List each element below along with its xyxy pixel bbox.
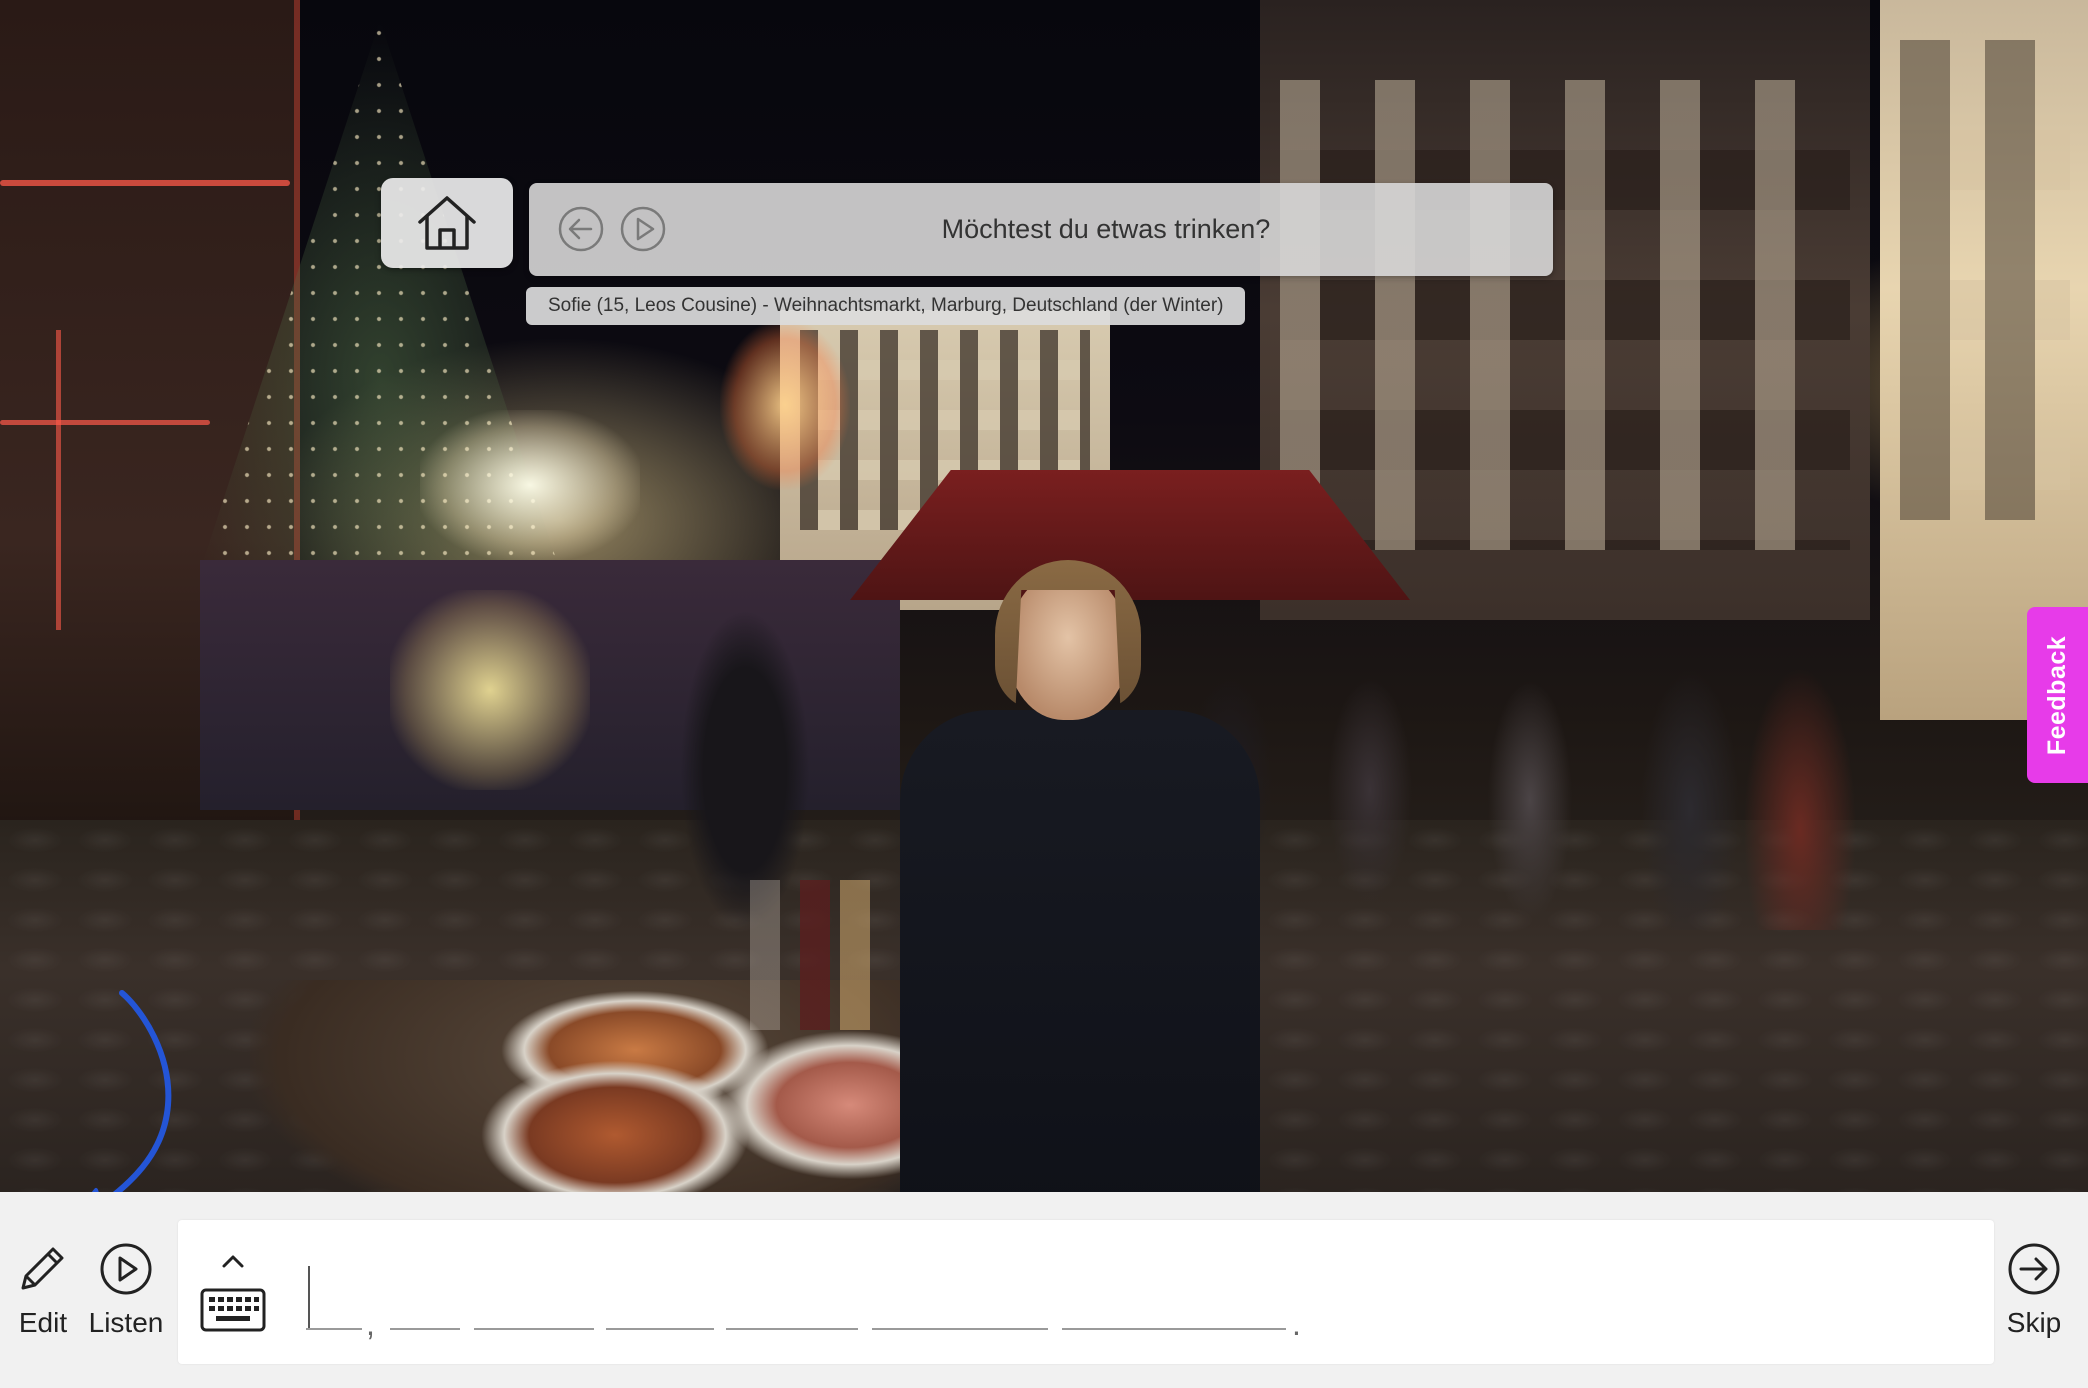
listen-label: Listen — [88, 1307, 164, 1338]
neon-light — [56, 330, 61, 630]
stall-light — [390, 590, 590, 790]
food-plate — [480, 1060, 750, 1192]
home-icon — [418, 196, 476, 250]
play-circle-icon — [100, 1243, 152, 1295]
building-windows — [1280, 80, 1850, 550]
scene-360-view[interactable] — [0, 0, 2088, 1192]
skip-label: Skip — [2006, 1307, 2062, 1338]
word-blank[interactable] — [390, 1328, 460, 1330]
home-button[interactable] — [381, 178, 513, 268]
punctuation-period: . — [1292, 1306, 1301, 1342]
word-blank[interactable] — [726, 1328, 858, 1330]
character-head — [1008, 570, 1128, 720]
neon-light — [0, 420, 210, 425]
feedback-label: Feedback — [2043, 635, 2071, 755]
keyboard-icon[interactable] — [198, 1248, 268, 1338]
listen-button[interactable]: Listen — [84, 1242, 168, 1339]
word-blank[interactable] — [872, 1328, 1048, 1330]
word-blank[interactable] — [1062, 1328, 1286, 1330]
character-body — [900, 710, 1260, 1192]
edit-label: Edit — [18, 1307, 68, 1338]
neon-light — [0, 180, 290, 186]
answer-input-panel: , . — [178, 1220, 1994, 1364]
pencil-icon — [21, 1247, 64, 1290]
answer-toolbar: Edit Listen , . Skip — [0, 1192, 2088, 1388]
prompt-text: Möchtest du etwas trinken? — [941, 214, 1271, 244]
prompt-bar: Möchtest du etwas trinken? — [529, 183, 1553, 276]
building-windows — [1900, 40, 2070, 520]
word-blank[interactable] — [606, 1328, 714, 1330]
edit-button[interactable]: Edit — [8, 1242, 78, 1339]
illuminated-sign — [420, 410, 640, 560]
feedback-tab[interactable]: Feedback — [2027, 607, 2088, 783]
speaker-caption: Sofie (15, Leos Cousine) - Weihnachtsmar… — [526, 287, 1246, 325]
illuminated-star — [720, 320, 850, 490]
word-blank[interactable] — [474, 1328, 594, 1330]
arrow-right-circle-icon — [2008, 1243, 2060, 1295]
word-blank[interactable] — [306, 1328, 362, 1330]
text-caret — [308, 1266, 310, 1330]
punctuation-comma: , — [366, 1306, 375, 1342]
character-sofie — [890, 560, 1270, 1192]
skip-button[interactable]: Skip — [1996, 1242, 2072, 1339]
back-arrow-icon[interactable] — [557, 205, 605, 253]
answer-input[interactable]: , . — [306, 1256, 1406, 1342]
